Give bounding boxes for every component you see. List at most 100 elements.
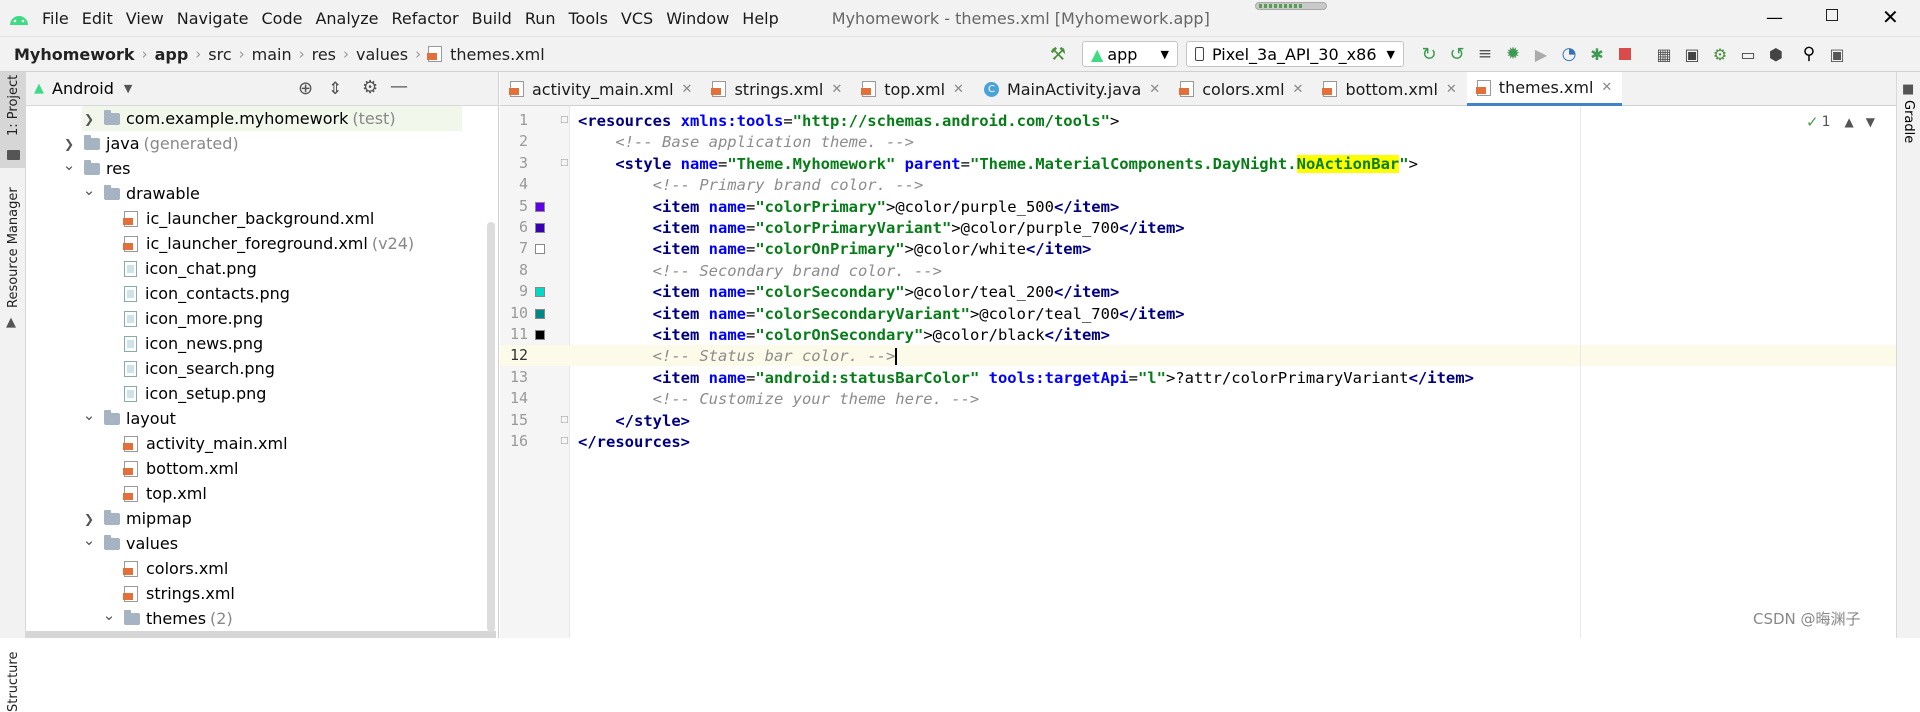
- tree-item[interactable]: ❯ com.example.myhomework (test): [82, 106, 462, 131]
- tree-item[interactable]: icon_chat.png: [102, 256, 257, 281]
- tree-item[interactable]: ⌄ res: [62, 156, 131, 181]
- tree-item[interactable]: icon_more.png: [102, 306, 263, 331]
- fold-marker-icon[interactable]: □: [560, 436, 569, 446]
- tree-item[interactable]: ⌄ drawable: [82, 181, 200, 206]
- collapse-all-icon[interactable]: ⇕: [328, 79, 342, 99]
- hammer-icon[interactable]: ⚒: [1047, 43, 1069, 65]
- menu-item-refactor[interactable]: Refactor: [392, 9, 459, 28]
- close-tab-icon[interactable]: ✕: [1601, 80, 1612, 95]
- profile-icon[interactable]: ◔: [1558, 43, 1580, 65]
- chevron-down-icon[interactable]: ▼: [124, 82, 132, 95]
- tree-item[interactable]: ic_launcher_foreground.xml (v24): [102, 231, 414, 256]
- tab-activity_main-xml[interactable]: activity_main.xml ✕: [500, 72, 702, 106]
- debug-icon[interactable]: ✹: [1502, 43, 1524, 65]
- tree-item[interactable]: colors.xml: [102, 556, 228, 581]
- menu-item-analyze[interactable]: Analyze: [315, 9, 378, 28]
- locate-icon[interactable]: ⊕: [298, 78, 313, 99]
- expand-arrow-icon[interactable]: ❯: [82, 112, 96, 126]
- menu-item-vcs[interactable]: VCS: [621, 9, 653, 28]
- expand-arrow-icon[interactable]: ❯: [62, 137, 76, 151]
- device-select[interactable]: Pixel_3a_API_30_x86 ▼: [1186, 41, 1404, 67]
- project-tool-label[interactable]: 1: Project: [6, 75, 21, 136]
- next-highlight-icon[interactable]: ▼: [1866, 115, 1875, 129]
- breadcrumb-item[interactable]: res: [312, 45, 336, 64]
- tree-item[interactable]: top.xml: [102, 481, 207, 506]
- tab-colors-xml[interactable]: colors.xml ✕: [1170, 72, 1313, 106]
- tree-item-selected[interactable]: [26, 631, 496, 638]
- collapse-arrow-icon[interactable]: ⌄: [102, 606, 116, 624]
- sdk-manager-icon[interactable]: ⬢: [1765, 43, 1787, 65]
- hide-panel-icon[interactable]: —: [390, 76, 408, 97]
- tree-item[interactable]: icon_search.png: [102, 356, 275, 381]
- menu-item-tools[interactable]: Tools: [569, 9, 608, 28]
- attach-debugger-icon[interactable]: ▶: [1530, 43, 1552, 65]
- breadcrumb-item[interactable]: themes.xml: [450, 45, 545, 64]
- collapse-arrow-icon[interactable]: ⌄: [82, 531, 96, 549]
- tree-item[interactable]: ⌄ themes (2): [102, 606, 233, 631]
- tree-item[interactable]: strings.xml: [102, 581, 235, 606]
- tree-item[interactable]: icon_contacts.png: [102, 281, 290, 306]
- run-configuration-select[interactable]: ▲ app ▼: [1082, 41, 1178, 67]
- minimize-button[interactable]: —: [1766, 8, 1783, 28]
- tree-item[interactable]: icon_news.png: [102, 331, 263, 356]
- stop-icon[interactable]: [1614, 43, 1636, 65]
- menu-item-run[interactable]: Run: [525, 9, 556, 28]
- apply-code-changes-icon[interactable]: ↺: [1446, 43, 1468, 65]
- color-swatch-icon[interactable]: [535, 223, 545, 233]
- collapse-arrow-icon[interactable]: ⌄: [62, 156, 76, 174]
- resource-manager-tool-label[interactable]: Resource Manager: [6, 187, 21, 308]
- menu-item-build[interactable]: Build: [472, 9, 512, 28]
- breadcrumb-item[interactable]: values: [356, 45, 408, 64]
- color-swatch-icon[interactable]: [535, 244, 545, 255]
- tree-item[interactable]: ❯ mipmap: [82, 506, 192, 531]
- code-area[interactable]: <resources xmlns:tools="http://schemas.a…: [570, 106, 1896, 638]
- close-tab-icon[interactable]: ✕: [1293, 82, 1304, 97]
- color-swatch-icon[interactable]: [535, 201, 545, 212]
- close-tab-icon[interactable]: ✕: [831, 82, 842, 97]
- close-tab-icon[interactable]: ✕: [1149, 82, 1160, 97]
- breadcrumb-item[interactable]: Myhomework: [14, 45, 135, 64]
- tree-item[interactable]: activity_main.xml: [102, 431, 288, 456]
- color-swatch-icon[interactable]: [535, 308, 545, 319]
- tree-item[interactable]: ⌄ values: [82, 531, 178, 556]
- tab-strings-xml[interactable]: strings.xml ✕: [702, 72, 852, 106]
- close-window-button[interactable]: ✕: [1882, 5, 1899, 29]
- avd-manager-icon[interactable]: ▣: [1681, 43, 1703, 65]
- account-icon[interactable]: ▣: [1826, 43, 1848, 65]
- device-manager-icon[interactable]: ▭: [1737, 43, 1759, 65]
- menu-item-code[interactable]: Code: [262, 9, 303, 28]
- tree-item[interactable]: ic_launcher_background.xml: [102, 206, 374, 231]
- color-swatch-icon[interactable]: [535, 330, 545, 340]
- menu-item-file[interactable]: File: [42, 9, 69, 28]
- fold-marker-icon[interactable]: □: [560, 115, 569, 125]
- apply-changes-restart-icon[interactable]: ↻: [1418, 43, 1440, 65]
- menu-item-view[interactable]: View: [126, 9, 164, 28]
- tab-top-xml[interactable]: top.xml ✕: [852, 72, 974, 106]
- menu-item-help[interactable]: Help: [742, 9, 778, 28]
- breadcrumb-item[interactable]: src: [208, 45, 231, 64]
- project-structure-icon[interactable]: ▦: [1653, 43, 1675, 65]
- breadcrumb-item[interactable]: app: [155, 45, 189, 64]
- attach-debugger-process-icon[interactable]: ✱: [1586, 43, 1608, 65]
- project-view-select[interactable]: Android: [52, 79, 114, 98]
- color-swatch-icon[interactable]: [535, 287, 545, 298]
- fold-marker-icon[interactable]: □: [560, 415, 569, 425]
- menu-item-edit[interactable]: Edit: [82, 9, 113, 28]
- inspection-widget[interactable]: ✓ 1 ▲ ▼: [1806, 113, 1875, 131]
- breadcrumb-item[interactable]: main: [252, 45, 292, 64]
- close-tab-icon[interactable]: ✕: [1446, 82, 1457, 97]
- tree-item[interactable]: ❯ java (generated): [62, 131, 239, 156]
- gear-icon[interactable]: ⚙: [362, 77, 378, 98]
- collapse-arrow-icon[interactable]: ⌄: [82, 181, 96, 199]
- tree-item[interactable]: bottom.xml: [102, 456, 238, 481]
- fold-marker-icon[interactable]: □: [560, 158, 569, 168]
- sync-gradle-icon[interactable]: ⚙: [1709, 43, 1731, 65]
- run-list-icon[interactable]: ≡: [1474, 43, 1496, 65]
- previous-highlight-icon[interactable]: ▲: [1845, 115, 1854, 129]
- expand-arrow-icon[interactable]: ❯: [82, 512, 96, 526]
- tab-mainactivity-java[interactable]: C MainActivity.java ✕: [974, 72, 1170, 106]
- search-icon[interactable]: ⚲: [1798, 43, 1820, 65]
- collapse-arrow-icon[interactable]: ⌄: [82, 406, 96, 424]
- structure-tool-label[interactable]: Structure: [6, 652, 21, 712]
- tree-scrollbar[interactable]: [487, 222, 495, 632]
